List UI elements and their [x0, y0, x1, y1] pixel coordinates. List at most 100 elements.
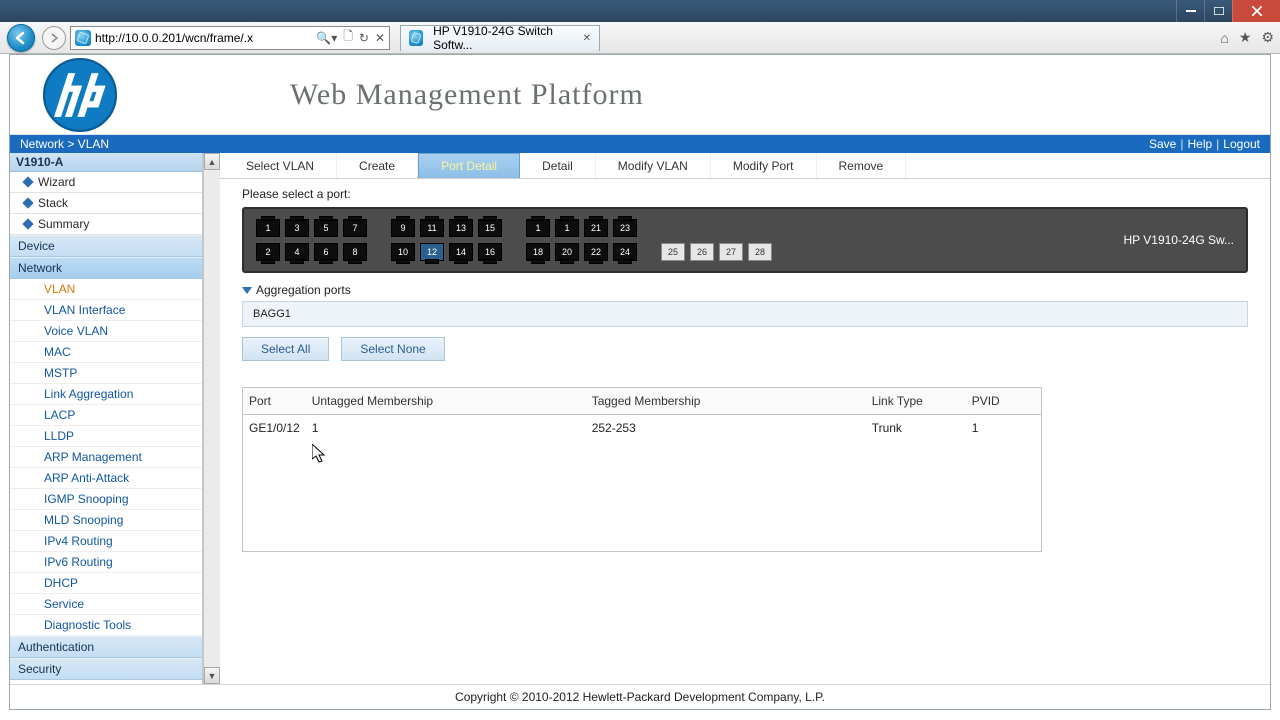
sidebar-sub-mld-snooping[interactable]: MLD Snooping — [10, 510, 202, 531]
ie-page-icon — [75, 30, 91, 46]
switch-port-7[interactable]: 7 — [343, 219, 367, 237]
sidebar-sub-dhcp[interactable]: DHCP — [10, 573, 202, 594]
sidebar: V1910-A Wizard Stack Summary Device Netw… — [10, 153, 203, 684]
diamond-icon — [22, 218, 33, 229]
select-none-button[interactable]: Select None — [341, 337, 444, 361]
aggregation-heading-label: Aggregation ports — [256, 283, 351, 297]
tab-detail[interactable]: Detail — [520, 153, 596, 178]
switch-port-13[interactable]: 13 — [449, 219, 473, 237]
sidebar-item-stack[interactable]: Stack — [10, 193, 202, 214]
switch-port-15[interactable]: 15 — [478, 219, 502, 237]
table-row[interactable]: GE1/0/121252-253Trunk1 — [243, 415, 1041, 442]
home-icon[interactable]: ⌂ — [1220, 30, 1228, 46]
switch-port-1[interactable]: 1 — [555, 219, 579, 237]
sidebar-item-label: Wizard — [38, 175, 75, 189]
switch-port-10[interactable]: 10 — [391, 243, 415, 261]
search-dropdown-icon[interactable]: 🔍▾ — [316, 31, 337, 45]
window-maximize-button[interactable] — [1204, 0, 1232, 22]
sidebar-sub-mac[interactable]: MAC — [10, 342, 202, 363]
aggregation-heading[interactable]: Aggregation ports — [242, 283, 1248, 297]
sidebar-sub-voice-vlan[interactable]: Voice VLAN — [10, 321, 202, 342]
switch-port-20[interactable]: 20 — [555, 243, 579, 261]
switch-port-27[interactable]: 27 — [719, 243, 743, 261]
switch-port-23[interactable]: 23 — [613, 219, 637, 237]
scroll-up-icon[interactable]: ▲ — [204, 153, 220, 170]
switch-port-6[interactable]: 6 — [314, 243, 338, 261]
switch-port-25[interactable]: 25 — [661, 243, 685, 261]
switch-port-26[interactable]: 26 — [690, 243, 714, 261]
tab-modify-port[interactable]: Modify Port — [711, 153, 817, 178]
switch-port-28[interactable]: 28 — [748, 243, 772, 261]
browser-tab[interactable]: HP V1910-24G Switch Softw... ✕ — [400, 25, 600, 51]
switch-port-12[interactable]: 12 — [420, 243, 444, 261]
sidebar-sub-service[interactable]: Service — [10, 594, 202, 615]
scroll-down-icon[interactable]: ▼ — [204, 667, 220, 684]
browser-forward-button[interactable] — [42, 26, 66, 50]
logout-link[interactable]: Logout — [1223, 137, 1260, 151]
sidebar-sub-lacp[interactable]: LACP — [10, 405, 202, 426]
switch-port-14[interactable]: 14 — [449, 243, 473, 261]
save-link[interactable]: Save — [1149, 137, 1176, 151]
browser-back-button[interactable] — [4, 24, 38, 52]
stop-icon[interactable]: ✕ — [375, 31, 385, 45]
sidebar-group-authentication[interactable]: Authentication — [10, 636, 202, 658]
sidebar-sub-diagnostic-tools[interactable]: Diagnostic Tools — [10, 615, 202, 636]
tab-select-vlan[interactable]: Select VLAN — [224, 153, 337, 178]
sidebar-sub-vlan[interactable]: VLAN — [10, 279, 202, 300]
sidebar-sub-mstp[interactable]: MSTP — [10, 363, 202, 384]
help-link[interactable]: Help — [1187, 137, 1212, 151]
compat-view-icon[interactable]: 🗋 — [343, 27, 353, 48]
switch-port-16[interactable]: 16 — [478, 243, 502, 261]
sidebar-sub-arp-management[interactable]: ARP Management — [10, 447, 202, 468]
select-all-button[interactable]: Select All — [242, 337, 329, 361]
switch-port-21[interactable]: 21 — [584, 219, 608, 237]
tab-port-detail[interactable]: Port Detail — [418, 153, 520, 178]
address-bar[interactable]: http://10.0.0.201/wcn/frame/.x 🔍▾ 🗋 ↻ ✕ — [70, 26, 390, 50]
switch-port-11[interactable]: 11 — [420, 219, 444, 237]
refresh-icon[interactable]: ↻ — [359, 31, 369, 45]
browser-toolbar: http://10.0.0.201/wcn/frame/.x 🔍▾ 🗋 ↻ ✕ … — [0, 22, 1280, 54]
sidebar-sub-arp-anti-attack[interactable]: ARP Anti-Attack — [10, 468, 202, 489]
window-titlebar — [0, 0, 1280, 22]
switch-port-1[interactable]: 1 — [526, 219, 550, 237]
tab-close-icon[interactable]: ✕ — [583, 33, 591, 44]
sidebar-sub-lldp[interactable]: LLDP — [10, 426, 202, 447]
sidebar-sub-igmp-snooping[interactable]: IGMP Snooping — [10, 489, 202, 510]
sidebar-item-summary[interactable]: Summary — [10, 214, 202, 235]
tools-gear-icon[interactable]: ⚙ — [1261, 29, 1274, 46]
switch-port-1[interactable]: 1 — [256, 219, 280, 237]
switch-port-5[interactable]: 5 — [314, 219, 338, 237]
switch-port-24[interactable]: 24 — [613, 243, 637, 261]
switch-port-8[interactable]: 8 — [343, 243, 367, 261]
switch-port-18[interactable]: 18 — [526, 243, 550, 261]
tab-remove[interactable]: Remove — [817, 153, 907, 178]
port-detail-table: Port Untagged Membership Tagged Membersh… — [242, 387, 1042, 552]
sidebar-sub-link-aggregation[interactable]: Link Aggregation — [10, 384, 202, 405]
switch-port-22[interactable]: 22 — [584, 243, 608, 261]
tab-create[interactable]: Create — [337, 153, 418, 178]
aggregation-item[interactable]: BAGG1 — [242, 301, 1248, 327]
switch-port-2[interactable]: 2 — [256, 243, 280, 261]
banner: Web Management Platform — [10, 55, 1270, 135]
window-minimize-button[interactable] — [1176, 0, 1204, 22]
window-close-button[interactable] — [1232, 0, 1280, 22]
tab-modify-vlan[interactable]: Modify VLAN — [596, 153, 711, 178]
sidebar-group-network[interactable]: Network — [10, 257, 202, 279]
switch-port-3[interactable]: 3 — [285, 219, 309, 237]
hp-logo — [40, 55, 120, 135]
sidebar-sub-ipv6-routing[interactable]: IPv6 Routing — [10, 552, 202, 573]
switch-port-4[interactable]: 4 — [285, 243, 309, 261]
breadcrumb-bar: Network > VLAN Save| Help| Logout — [10, 135, 1270, 153]
sidebar-group-device[interactable]: Device — [10, 235, 202, 257]
sidebar-sub-ipv4-routing[interactable]: IPv4 Routing — [10, 531, 202, 552]
browser-tab-title: HP V1910-24G Switch Softw... — [433, 24, 576, 52]
favorites-icon[interactable]: ★ — [1239, 29, 1252, 46]
cell-linktype: Trunk — [866, 415, 966, 442]
col-tagged: Tagged Membership — [586, 388, 866, 415]
sidebar-group-security[interactable]: Security — [10, 658, 202, 680]
sidebar-scrollbar[interactable]: ▲ ▼ — [203, 153, 220, 684]
sidebar-sub-vlan-interface[interactable]: VLAN Interface — [10, 300, 202, 321]
sidebar-item-wizard[interactable]: Wizard — [10, 172, 202, 193]
col-untagged: Untagged Membership — [306, 388, 586, 415]
switch-port-9[interactable]: 9 — [391, 219, 415, 237]
